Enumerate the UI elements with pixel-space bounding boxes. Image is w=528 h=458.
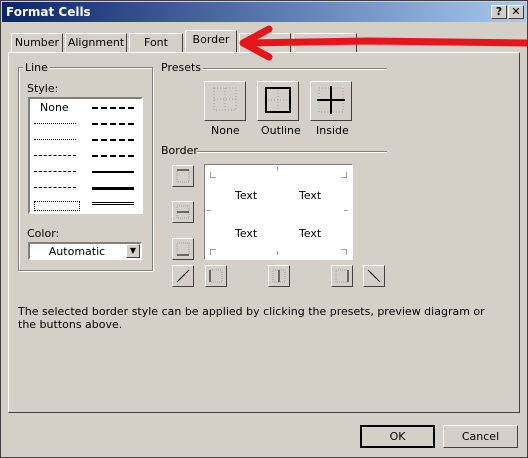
- border-diagonal-down-button[interactable]: [363, 265, 385, 287]
- preset-outline-icon: [265, 87, 291, 113]
- close-icon: ✕: [511, 5, 521, 18]
- line-style-dashed[interactable]: [34, 187, 76, 188]
- hint-text: The selected border style can be applied…: [18, 305, 485, 331]
- border-diagonal-up-button[interactable]: [172, 265, 194, 287]
- preset-none-icon: [213, 87, 237, 111]
- preview-text: Text: [299, 189, 322, 202]
- corner-mark: [341, 249, 347, 255]
- corner-mark: [210, 249, 216, 255]
- tab-number[interactable]: Number: [11, 33, 63, 52]
- color-select-value: Automatic: [48, 245, 106, 258]
- line-style-hair[interactable]: [34, 123, 76, 124]
- border-right-button[interactable]: [331, 265, 353, 287]
- preset-outline-button[interactable]: [257, 81, 299, 121]
- line-style-selected-thin[interactable]: [34, 201, 80, 211]
- border-top-icon: [176, 169, 190, 183]
- cancel-button[interactable]: Cancel: [443, 425, 518, 448]
- line-style-medium-dashed[interactable]: [92, 155, 134, 157]
- line-style-dash-dot-dot[interactable]: [34, 155, 76, 156]
- line-style-double[interactable]: [92, 202, 134, 208]
- preview-text: Text: [299, 227, 322, 240]
- corner-mark: [341, 172, 347, 178]
- diagonal-down-icon: [367, 269, 381, 283]
- preset-inside-label: Inside: [316, 124, 349, 137]
- border-bottom-icon: [176, 242, 190, 256]
- midpoint-mark: [207, 210, 211, 211]
- border-preview[interactable]: Text Text Text Text: [204, 164, 353, 260]
- line-style-dash-dot[interactable]: [34, 171, 76, 172]
- format-cells-dialog: Format Cells ? ✕ Number Alignment Font B…: [0, 0, 528, 458]
- preview-text: Text: [235, 189, 258, 202]
- midpoint-mark: [344, 210, 348, 211]
- border-bottom-button[interactable]: [172, 238, 194, 260]
- preset-none-label: None: [211, 124, 240, 137]
- border-inside-horizontal-icon: [176, 205, 190, 219]
- red-arrow-annotation: [239, 25, 527, 61]
- dialog-title: Format Cells: [6, 5, 91, 19]
- line-style-list[interactable]: None: [28, 97, 143, 214]
- presets-divider: [203, 68, 387, 70]
- preset-inside-button[interactable]: [310, 81, 352, 121]
- midpoint-mark: [277, 251, 278, 255]
- line-style-medium-dash-dot-dot[interactable]: [92, 107, 134, 109]
- preset-outline-label: Outline: [261, 124, 301, 137]
- border-inside-vertical-icon: [272, 269, 286, 283]
- line-style-thick[interactable]: [92, 187, 134, 190]
- border-left-button[interactable]: [205, 265, 227, 287]
- border-group-label: Border: [159, 144, 200, 157]
- midpoint-mark: [277, 167, 278, 171]
- ok-button[interactable]: OK: [360, 425, 435, 448]
- tab-font[interactable]: Font: [129, 33, 183, 52]
- corner-mark: [210, 172, 216, 178]
- line-style-medium-dash-dot[interactable]: [92, 139, 134, 141]
- line-style-slant-dash-dot[interactable]: [92, 123, 134, 125]
- presets-group-label: Presets: [159, 61, 204, 74]
- preview-text: Text: [235, 227, 258, 240]
- tab-alignment[interactable]: Alignment: [65, 33, 127, 52]
- color-select[interactable]: Automatic ▼: [28, 242, 142, 260]
- title-bar[interactable]: Format Cells ? ✕: [2, 2, 526, 22]
- chevron-down-icon[interactable]: ▼: [126, 244, 140, 258]
- style-label: Style:: [27, 82, 59, 95]
- border-left-icon: [209, 269, 223, 283]
- border-divider: [197, 151, 387, 153]
- line-style-dotted[interactable]: [34, 139, 76, 140]
- border-inside-horizontal-button[interactable]: [172, 201, 194, 223]
- diagonal-up-icon: [176, 269, 190, 283]
- color-label: Color:: [27, 227, 60, 240]
- border-inside-vertical-button[interactable]: [268, 265, 290, 287]
- tab-border[interactable]: Border: [185, 30, 237, 52]
- preset-inside-icon: [317, 86, 345, 114]
- border-top-button[interactable]: [172, 165, 194, 187]
- help-button[interactable]: ?: [491, 5, 507, 19]
- line-style-medium[interactable]: [92, 171, 134, 173]
- line-group-label: Line: [23, 61, 50, 74]
- close-button[interactable]: ✕: [508, 5, 524, 19]
- border-right-icon: [335, 269, 349, 283]
- preset-none-button[interactable]: [204, 81, 246, 121]
- line-style-none[interactable]: None: [40, 101, 69, 114]
